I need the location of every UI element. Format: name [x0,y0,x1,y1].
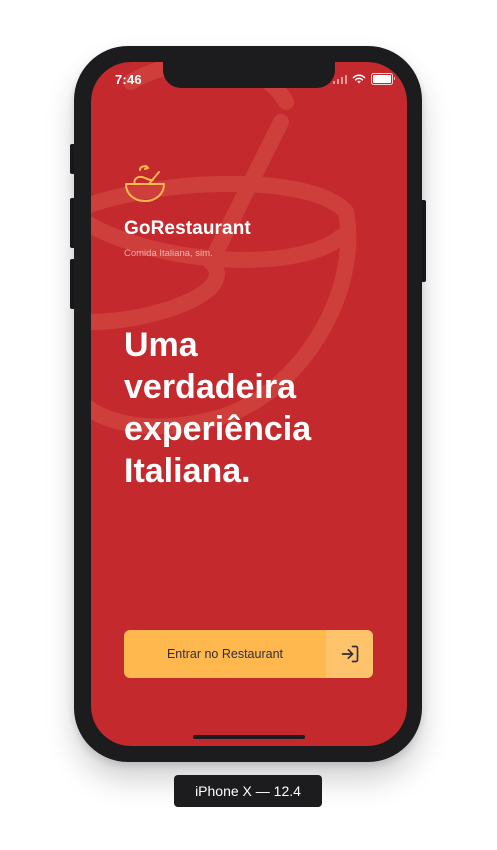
log-in-icon [341,645,358,663]
status-time: 7:46 [115,72,142,87]
app-screen: 7:46 GoRestaurant Comida Italiana, sim. … [91,62,407,746]
enter-icon-container [326,630,373,678]
status-icons [332,73,395,85]
wifi-icon [352,74,366,84]
battery-icon [371,73,395,85]
cellular-signal-icon [332,74,347,84]
headline: Uma verdadeira experiência Italiana. [124,324,384,492]
enter-restaurant-label: Entrar no Restaurant [166,647,284,661]
home-indicator[interactable] [193,735,305,739]
device-caption: iPhone X — 12.4 [174,775,322,807]
headline-line: Italiana. [124,452,251,490]
headline-line: Uma [124,326,198,364]
brand-name: GoRestaurant [124,218,251,239]
bowl-icon [125,165,165,202]
simulator-page: 7:46 GoRestaurant Comida Italiana, sim. … [0,0,497,850]
headline-line: verdadeira [124,368,296,406]
enter-restaurant-button[interactable]: Entrar no Restaurant [124,630,373,678]
brand-tagline: Comida Italiana, sim. [124,248,213,259]
headline-line: experiência [124,410,312,448]
notch [163,62,335,88]
